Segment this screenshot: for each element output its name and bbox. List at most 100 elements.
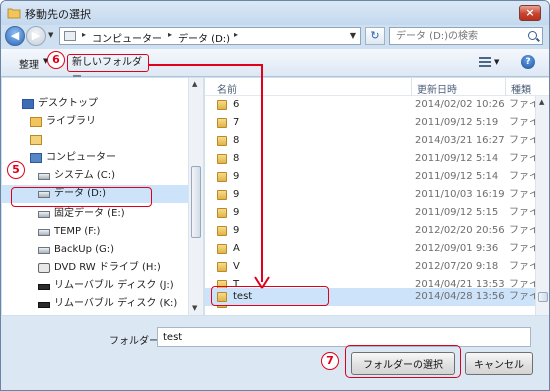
library-icon — [30, 117, 42, 127]
drive-icon — [38, 229, 50, 236]
file-row[interactable]: A 2012/09/01 9:36 ファイ — [205, 240, 539, 258]
nav-item-label: DVD RW ドライブ (H:) — [54, 262, 161, 273]
nav-item-label: リムーバブル ディスク (K:) — [54, 298, 178, 309]
scrollbar-thumb[interactable] — [191, 166, 201, 238]
folder-name-input[interactable] — [157, 327, 531, 347]
view-options-icon[interactable] — [479, 57, 491, 67]
address-dropdown-icon[interactable]: ▼ — [350, 31, 356, 40]
nav-item-label: コンピューター — [46, 152, 116, 163]
user-folder-icon — [30, 135, 42, 145]
file-name: A — [233, 243, 240, 254]
highlight-frame — [11, 187, 152, 207]
nav-item-label: BackUp (G:) — [54, 244, 115, 255]
removable-disk-icon — [38, 302, 50, 308]
file-list-scrollbar[interactable]: ▲ — [535, 96, 549, 315]
nav-item-label: TEMP (F:) — [54, 226, 101, 237]
column-header-row: 名前 更新日時 種類 — [205, 78, 549, 96]
file-row[interactable]: 9 2012/02/20 20:56 ファイ — [205, 222, 539, 240]
file-name: 9 — [233, 189, 240, 200]
address-row: ◀ ▶ ▼ ▸ コンピューター ▸ データ (D:) ▸ ▼ ↻ — [1, 25, 549, 47]
arrow-down-icon — [254, 276, 270, 289]
close-button[interactable]: × — [519, 5, 541, 21]
column-divider[interactable] — [411, 78, 412, 96]
folder-picker-dialog: 移動先の選択 × ◀ ▶ ▼ ▸ コンピューター ▸ データ (D:) ▸ ▼ … — [0, 0, 550, 391]
file-row[interactable]: 8 2011/09/12 5:14 ファイ — [205, 150, 539, 168]
file-date: 2014/02/02 10:26 — [415, 99, 505, 110]
scroll-down-icon[interactable]: ▼ — [192, 304, 197, 312]
column-header-date[interactable]: 更新日時 — [417, 81, 457, 96]
organize-menu[interactable]: 整理 — [19, 56, 39, 71]
command-toolbar: 整理 ▼ 新しいフォルダー ▼ ? — [1, 49, 549, 83]
file-date: 2011/09/12 5:19 — [415, 117, 499, 128]
file-date: 2014/04/28 13:56 — [415, 291, 505, 302]
column-divider[interactable] — [505, 78, 506, 96]
file-row[interactable]: 9 2011/09/12 5:14 ファイ — [205, 168, 539, 186]
file-date: 2012/02/20 20:56 — [415, 225, 505, 236]
nav-item-drive-k[interactable]: リムーバブル ディスク (K:) — [2, 295, 192, 313]
scroll-up-icon[interactable]: ▲ — [539, 98, 544, 106]
chevron-down-icon[interactable]: ▼ — [494, 58, 499, 66]
step-badge-5: 5 — [7, 161, 25, 179]
drive-icon — [38, 247, 50, 254]
address-bar[interactable]: ▸ コンピューター ▸ データ (D:) ▸ ▼ — [59, 27, 361, 45]
folder-icon — [7, 6, 21, 19]
nav-item-drive-g[interactable]: BackUp (G:) — [2, 241, 192, 259]
scroll-up-icon[interactable]: ▲ — [192, 80, 197, 88]
file-row[interactable]: 9 2011/10/03 16:19 ファイ — [205, 186, 539, 204]
nav-item-drive-f[interactable]: TEMP (F:) — [2, 223, 192, 241]
search-icon[interactable] — [528, 31, 537, 40]
folder-icon — [217, 118, 227, 128]
folder-icon — [217, 136, 227, 146]
drive-icon — [38, 211, 50, 218]
step-badge-6: 6 — [47, 51, 65, 69]
nav-item-library[interactable]: ライブラリ — [2, 113, 192, 131]
new-folder-button[interactable]: 新しいフォルダー — [67, 54, 149, 83]
nav-item-label: リムーバブル ディスク (J:) — [54, 280, 174, 291]
nav-item-desktop[interactable]: デスクトップ — [2, 95, 192, 113]
file-name: 9 — [233, 225, 240, 236]
breadcrumb-computer[interactable]: コンピューター — [92, 30, 162, 45]
search-box[interactable] — [389, 27, 543, 45]
search-input[interactable] — [396, 30, 520, 43]
nav-item-label: ライブラリ — [46, 116, 96, 127]
file-date: 2012/09/01 9:36 — [415, 243, 499, 254]
breadcrumb-separator-icon[interactable]: ▸ — [168, 30, 172, 39]
nav-item-drive-j[interactable]: リムーバブル ディスク (J:) — [2, 277, 192, 295]
folder-icon — [217, 208, 227, 218]
breadcrumb-separator-icon[interactable]: ▸ — [234, 30, 238, 39]
callout-line — [149, 64, 263, 66]
select-folder-button[interactable]: フォルダーの選択 — [351, 352, 455, 375]
forward-button[interactable]: ▶ — [26, 26, 46, 46]
cancel-button[interactable]: キャンセル — [465, 352, 533, 375]
nav-item-computer[interactable]: コンピューター — [2, 149, 192, 167]
file-row[interactable]: 6 2014/02/02 10:26 ファイ — [205, 96, 539, 114]
recent-pages-dropdown-icon[interactable]: ▼ — [48, 31, 53, 39]
scrollbar-thumb[interactable] — [538, 292, 548, 302]
file-row[interactable]: 7 2011/09/12 5:19 ファイ — [205, 114, 539, 132]
file-row[interactable]: 8 2014/03/21 16:27 ファイ — [205, 132, 539, 150]
file-name: 7 — [233, 117, 240, 128]
folder-icon — [217, 190, 227, 200]
back-button[interactable]: ◀ — [5, 26, 25, 46]
nav-item-label: デスクトップ — [38, 98, 98, 109]
nav-pane-scrollbar[interactable]: ▲ ▼ — [188, 78, 203, 315]
nav-item-drive-c[interactable]: システム (C:) — [2, 167, 192, 185]
file-date: 2012/07/20 9:18 — [415, 261, 499, 272]
file-name: 6 — [233, 99, 240, 110]
folder-icon — [217, 226, 227, 236]
nav-item-drive-h[interactable]: DVD RW ドライブ (H:) — [2, 259, 192, 277]
refresh-button[interactable]: ↻ — [365, 27, 385, 45]
file-row[interactable]: 9 2011/09/12 5:15 ファイ — [205, 204, 539, 222]
column-header-name[interactable]: 名前 — [217, 81, 237, 96]
folder-icon — [217, 100, 227, 110]
drive-icon — [64, 31, 76, 41]
column-header-type[interactable]: 種類 — [511, 81, 531, 96]
nav-item-drive-e[interactable]: 固定データ (E:) — [2, 205, 192, 223]
breadcrumb-separator-icon[interactable]: ▸ — [82, 30, 86, 39]
file-name: 9 — [233, 171, 240, 182]
nav-item-user-folder[interactable] — [2, 131, 192, 149]
dvd-drive-icon — [38, 263, 50, 273]
breadcrumb-drive-d[interactable]: データ (D:) — [178, 30, 230, 45]
help-button[interactable]: ? — [521, 55, 535, 69]
window-title: 移動先の選択 — [25, 8, 91, 21]
